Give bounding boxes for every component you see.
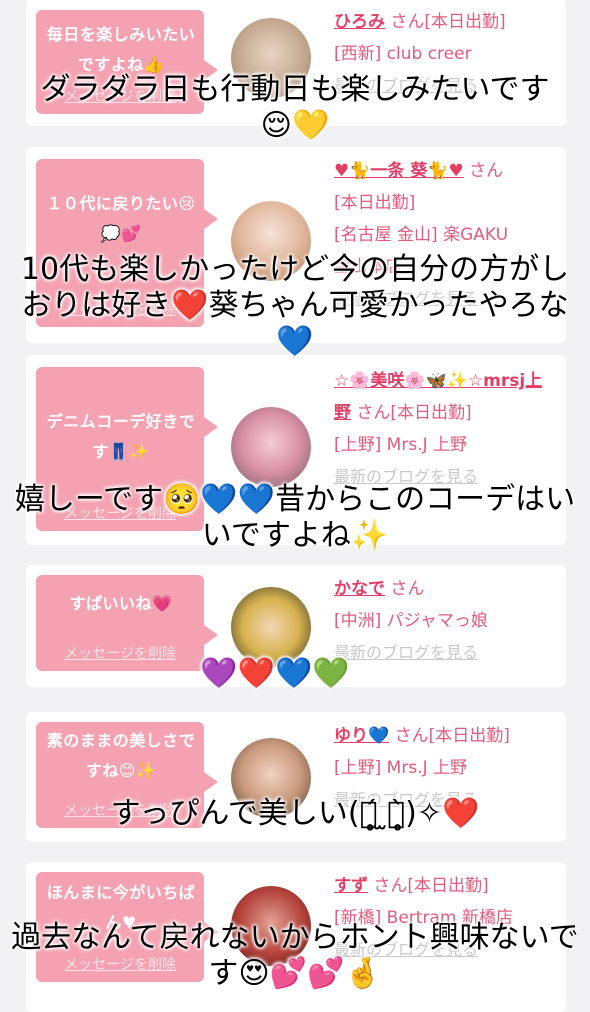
overlay-caption: すっぴんで美しい(ཀ̥̥̥́ ̫ཀ̥̥̥̀)✧❤️: [110, 796, 480, 831]
cast-suffix: さん[本日出勤]: [373, 876, 489, 896]
shop-name: [中洲] パジャマっ娘: [334, 611, 488, 631]
overlay-caption: 10代も楽しかったけど今の自分の方がしおりは好き❤️葵ちゃん可愛かったやろな💙: [20, 252, 570, 359]
cast-suffix: さん: [390, 579, 425, 599]
cast-info: ☆🌸美咲🌸🦋✨☆mrsj上野 さん[本日出勤] [上野] Mrs.J 上野 最新…: [334, 365, 559, 493]
cast-suffix: さん: [469, 161, 504, 181]
avatar[interactable]: [231, 587, 311, 667]
cast-name-link[interactable]: ひろみ: [334, 12, 385, 32]
shop-name: [上野] Mrs.J 上野: [334, 758, 468, 778]
message-text: すぱいいね💗: [69, 594, 173, 613]
shop-name: [西新] club creer: [334, 44, 472, 64]
overlay-caption: 嬉しーです🥺💙💙昔からこのコーデはいいですよね✨: [14, 482, 576, 553]
cast-suffix: さん[本日出勤]: [356, 403, 472, 423]
message-text: デニムコーデ好きです👖✨: [46, 412, 196, 461]
message-text: １０代に戻りたい😢💭💕: [46, 194, 196, 243]
message-text: 素のままの美しさですね😊✨: [46, 731, 196, 780]
cast-name-link[interactable]: すず: [334, 876, 368, 896]
shop-name: [上野] Mrs.J 上野: [334, 435, 468, 455]
message-bubble: すぱいいね💗 メッセージを削除: [36, 575, 218, 671]
delete-message-link[interactable]: メッセージを削除: [36, 643, 204, 663]
overlay-caption: 過去なんて戻れないからホント興味ないです😍💕💕🤞: [11, 920, 579, 991]
cast-suffix: さん[本日出勤]: [394, 726, 510, 746]
overlay-caption: ダラダラ日も行動日も楽しみたいです😌💛: [40, 72, 550, 143]
latest-blog-link[interactable]: 最新のブログを見る: [334, 643, 478, 662]
cast-suffix: さん[本日出勤]: [390, 12, 506, 32]
message-text: 毎日を楽しみいたいですよね👍: [46, 25, 196, 74]
cast-name-link[interactable]: ゆり💙: [334, 726, 389, 746]
avatar[interactable]: [231, 407, 311, 487]
cast-status: [本日出勤]: [334, 193, 416, 213]
overlay-caption: 💜❤️💙💚: [200, 656, 350, 691]
cast-name-link[interactable]: かなで: [334, 579, 385, 599]
shop-name: [名古屋 金山] 楽GAKU: [334, 225, 509, 245]
cast-info: かなで さん [中洲] パジャマっ娘 最新のブログを見る: [334, 573, 559, 669]
cast-name-link[interactable]: ♥🐈一条 葵🐈♥: [334, 161, 464, 181]
